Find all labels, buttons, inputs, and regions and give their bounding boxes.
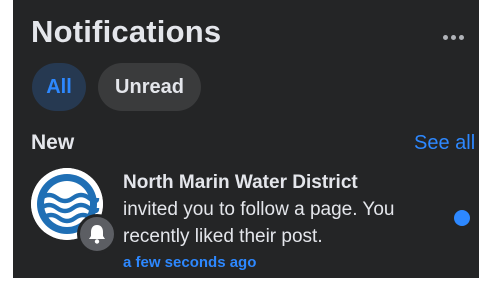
tab-all[interactable]: All: [32, 63, 86, 111]
notification-sender: North Marin Water District: [123, 172, 358, 193]
bell-icon: [77, 214, 117, 254]
notification-text: North Marin Water District invited you t…: [123, 169, 423, 250]
more-horizontal-icon: [458, 34, 464, 40]
see-all-link[interactable]: See all: [414, 132, 475, 155]
more-horizontal-icon: [450, 34, 456, 40]
unread-indicator-dot: [454, 210, 470, 226]
notification-item[interactable]: North Marin Water District invited you t…: [13, 160, 479, 276]
tab-unread[interactable]: Unread: [98, 63, 201, 111]
more-horizontal-icon: [442, 34, 448, 40]
notification-timestamp: a few seconds ago: [123, 254, 257, 271]
page-title: Notifications: [31, 14, 222, 49]
more-options-button[interactable]: [440, 24, 466, 50]
notification-message: invited you to follow a page. You recent…: [123, 199, 395, 247]
section-heading-new: New: [31, 131, 75, 154]
notifications-panel: Notifications All Unread New See all Nor…: [13, 0, 479, 278]
